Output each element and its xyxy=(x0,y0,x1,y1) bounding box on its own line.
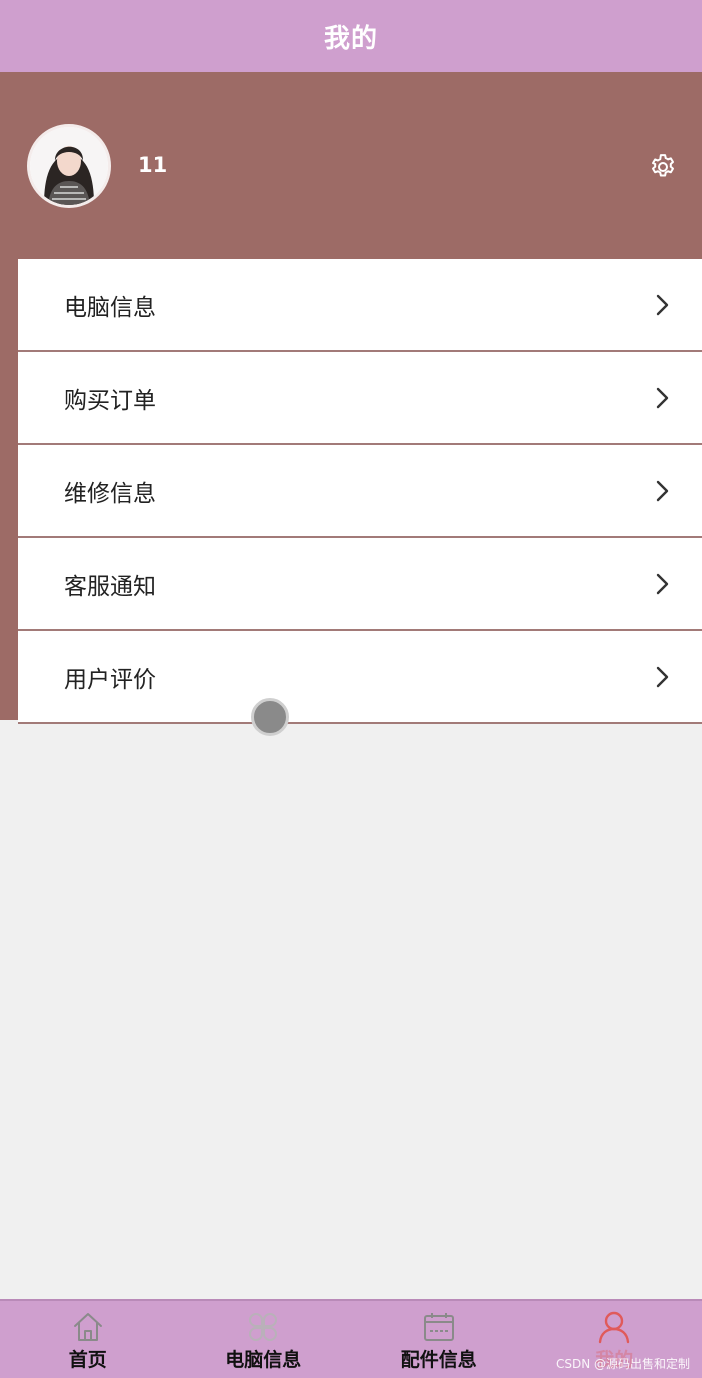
menu-list: 电脑信息 购买订单 维修信息 客服通知 用户评价 xyxy=(18,259,702,724)
tab-home[interactable]: 首页 xyxy=(0,1301,176,1378)
chevron-right-icon xyxy=(656,294,669,315)
tab-label: 电脑信息 xyxy=(225,1349,302,1371)
tab-label: 配件信息 xyxy=(400,1349,477,1371)
user-photo-avatar-icon xyxy=(30,127,108,205)
menu-item-label: 购买订单 xyxy=(64,387,156,414)
chevron-right-icon xyxy=(656,666,669,687)
gear-icon xyxy=(652,154,674,177)
menu-item-label: 客服通知 xyxy=(64,573,156,600)
touch-indicator xyxy=(251,698,289,736)
menu-item-label: 维修信息 xyxy=(64,480,156,507)
tab-label: 首页 xyxy=(68,1349,107,1371)
menu-item-computer-info[interactable]: 电脑信息 xyxy=(18,259,702,352)
chevron-right-icon xyxy=(656,480,669,501)
top-navigation-bar: 我的 xyxy=(0,0,702,72)
user-icon xyxy=(599,1311,630,1344)
menu-item-repair-info[interactable]: 维修信息 xyxy=(18,445,702,538)
chevron-right-icon xyxy=(656,387,669,408)
page-title: 我的 xyxy=(323,23,378,54)
username: 11 xyxy=(138,153,168,177)
watermark: CSDN @源码出售和定制 xyxy=(555,1357,690,1371)
chevron-right-icon xyxy=(656,573,669,594)
menu-item-user-reviews[interactable]: 用户评价 xyxy=(18,631,702,724)
avatar[interactable] xyxy=(27,124,111,208)
calendar-icon xyxy=(423,1313,454,1341)
menu-item-label: 电脑信息 xyxy=(64,294,156,321)
tab-accessory-info[interactable]: 配件信息 xyxy=(351,1301,527,1378)
menu-item-service-notice[interactable]: 客服通知 xyxy=(18,538,702,631)
tab-computer-info[interactable]: 电脑信息 xyxy=(176,1301,352,1378)
settings-button[interactable] xyxy=(646,150,680,184)
menu-item-purchase-orders[interactable]: 购买订单 xyxy=(18,352,702,445)
app-root: 我的 11 电脑信息 购买订单 维修信息 客服通知 用户评价 首页 电脑信息 配… xyxy=(0,0,702,1378)
home-icon xyxy=(73,1313,102,1341)
clover-icon xyxy=(249,1313,278,1341)
menu-item-label: 用户评价 xyxy=(64,666,156,693)
